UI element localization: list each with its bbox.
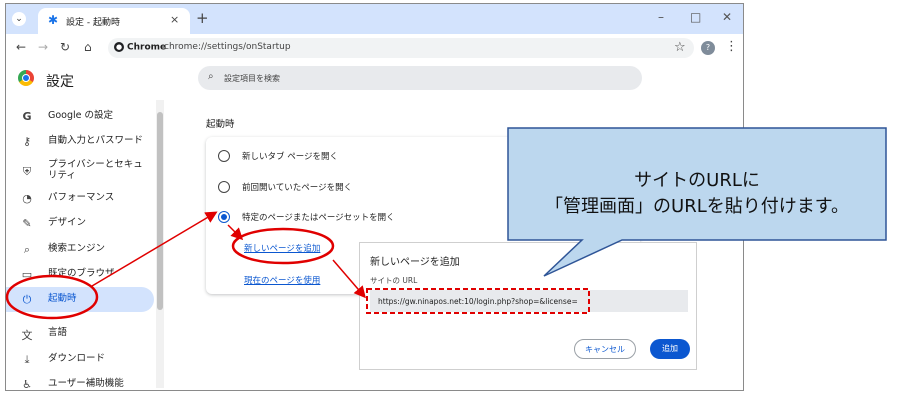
callout-text: サイトのURLに 「管理画面」のURLを貼り付けます。 <box>504 168 890 220</box>
callout-line-1: サイトのURLに <box>634 170 760 191</box>
callout-line-2: 「管理画面」のURLを貼り付けます。 <box>545 196 849 217</box>
